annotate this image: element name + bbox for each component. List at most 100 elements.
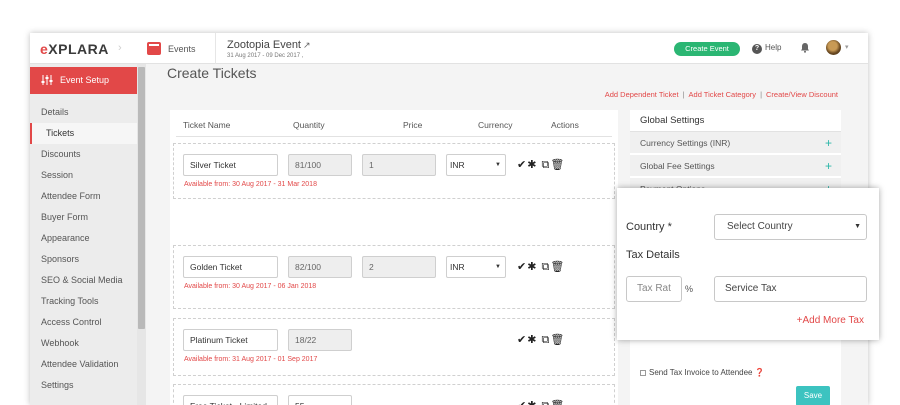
gear-icon[interactable]: ✱	[527, 158, 537, 171]
sidebar-item-sponsors[interactable]: Sponsors	[30, 249, 137, 270]
plus-icon[interactable]: +	[825, 132, 832, 154]
sidebar-scrollbar[interactable]	[137, 64, 146, 405]
avatar[interactable]	[826, 40, 841, 55]
tax-rate-input[interactable]: Tax Rat	[626, 276, 682, 302]
create-view-discount-link[interactable]: Create/View Discount	[766, 90, 838, 99]
currency-settings-row[interactable]: Currency Settings (INR) +	[630, 132, 841, 154]
global-fee-settings-label: Global Fee Settings	[640, 161, 715, 171]
tickets-panel: Ticket Name Quantity Price Currency Acti…	[170, 110, 618, 405]
send-tax-invoice-checkbox[interactable]: Send Tax Invoice to Attendee ❓	[640, 368, 765, 377]
chevron-down-icon: ▼	[854, 223, 861, 230]
create-event-button[interactable]: Create Event	[674, 42, 740, 56]
ticket-name-input[interactable]: Golden Ticket	[183, 256, 278, 278]
add-more-tax-link[interactable]: +Add More Tax	[797, 315, 864, 326]
sidebar-item-tickets[interactable]: Tickets	[30, 123, 137, 144]
plus-icon[interactable]: +	[825, 155, 832, 177]
sidebar-item-details[interactable]: Details	[30, 102, 137, 123]
explara-logo[interactable]: eXPLARA	[40, 41, 109, 57]
checkbox[interactable]	[640, 369, 646, 376]
sidebar-item-attendee-form[interactable]: Attendee Form	[30, 186, 137, 207]
country-select[interactable]: Select Country ▼	[714, 214, 867, 240]
send-tax-invoice-label: Send Tax Invoice to Attendee	[649, 368, 753, 377]
ticket-currency-select[interactable]: INR ▼	[446, 256, 506, 278]
sidebar-item-settings[interactable]: Settings	[30, 375, 137, 396]
sidebar-item-attendee-validation[interactable]: Attendee Validation	[30, 354, 137, 375]
ticket-links: Add Dependent Ticket | Add Ticket Category…	[605, 90, 838, 99]
ticket-row: Golden Ticket 82/100 2 INR ▼ ✔✱ ⧉🗑 Availa…	[173, 245, 615, 309]
divider	[215, 33, 216, 64]
help-label: Help	[765, 43, 782, 52]
ticket-currency-select[interactable]: INR ▼	[446, 154, 506, 176]
copy-icon[interactable]: ⧉	[542, 159, 551, 172]
help-icon[interactable]: ❓	[755, 368, 765, 377]
ticket-availability: Available from: 30 Aug 2017 - 31 Mar 201…	[184, 181, 317, 188]
help-icon: ?	[752, 44, 762, 54]
copy-icon[interactable]: ⧉	[542, 400, 551, 405]
copy-icon[interactable]: ⧉	[542, 261, 551, 274]
check-icon[interactable]: ✔	[517, 158, 527, 171]
scrollbar-thumb[interactable]	[138, 67, 145, 329]
trash-icon[interactable]: 🗑	[550, 399, 565, 405]
event-dates: 31 Aug 2017 - 09 Dec 2017 ,	[227, 53, 304, 59]
chevron-down-icon[interactable]: ▾	[845, 43, 849, 51]
ticket-quantity-field[interactable]: 81/100	[288, 154, 352, 176]
event-title-text: Zootopia Event	[227, 39, 301, 51]
tax-name-input[interactable]: Service Tax	[714, 276, 867, 302]
sidebar-item-session[interactable]: Session	[30, 165, 137, 186]
column-header-quantity: Quantity	[293, 120, 325, 130]
add-dependent-ticket-link[interactable]: Add Dependent Ticket	[605, 90, 679, 99]
sidebar-item-discounts[interactable]: Discounts	[30, 144, 137, 165]
check-icon[interactable]: ✔	[517, 260, 527, 273]
ticket-price-field[interactable]: 2	[362, 256, 436, 278]
chevron-down-icon: ▼	[495, 162, 501, 168]
chevron-right-icon: ›	[118, 42, 122, 54]
ticket-name-input[interactable]: Silver Ticket	[183, 154, 278, 176]
copy-icon[interactable]: ⧉	[542, 334, 551, 347]
sidebar-item-seo-social-media[interactable]: SEO & Social Media	[30, 270, 137, 291]
check-icon[interactable]: ✔	[517, 333, 527, 346]
events-calendar-icon[interactable]	[147, 42, 161, 55]
ticket-actions: ✔✱ ⧉🗑	[517, 158, 565, 172]
sidebar-item-tracking-tools[interactable]: Tracking Tools	[30, 291, 137, 312]
add-ticket-category-link[interactable]: Add Ticket Category	[689, 90, 757, 99]
sidebar-item-buyer-form[interactable]: Buyer Form	[30, 207, 137, 228]
ticket-actions: ✔✱ ⧉🗑	[517, 399, 565, 405]
ticket-quantity-input[interactable]: 55	[288, 395, 352, 405]
check-icon[interactable]: ✔	[517, 399, 527, 405]
column-header-actions: Actions	[551, 120, 579, 130]
external-link-icon[interactable]: ↗	[303, 40, 311, 50]
currency-value: INR	[450, 262, 465, 272]
global-settings-title: Global Settings	[630, 110, 841, 132]
bell-icon[interactable]	[800, 42, 810, 53]
help-link[interactable]: ? Help	[752, 43, 781, 54]
trash-icon[interactable]: 🗑	[550, 333, 565, 346]
ticket-row: Free Ticket - Limited 55 ✔✱ ⧉🗑	[173, 384, 615, 405]
gear-icon[interactable]: ✱	[527, 399, 537, 405]
save-button[interactable]: Save	[796, 386, 830, 405]
logo-text: XPLARA	[48, 41, 109, 57]
sidebar-event-setup-label: Event Setup	[60, 75, 110, 85]
trash-icon[interactable]: 🗑	[550, 158, 565, 171]
sidebar-item-webhook[interactable]: Webhook	[30, 333, 137, 354]
ticket-row: Silver Ticket 81/100 1 INR ▼ ✔✱ ⧉🗑 Availa…	[173, 143, 615, 199]
sidebar-item-appearance[interactable]: Appearance	[30, 228, 137, 249]
ticket-actions: ✔✱ ⧉🗑	[517, 260, 565, 274]
ticket-name-input[interactable]: Free Ticket - Limited	[183, 395, 278, 405]
ticket-name-input[interactable]: Platinum Ticket	[183, 329, 278, 351]
gear-icon[interactable]: ✱	[527, 260, 537, 273]
ticket-quantity-field[interactable]: 18/22	[288, 329, 352, 351]
sidebar-item-access-control[interactable]: Access Control	[30, 312, 137, 333]
gear-icon[interactable]: ✱	[527, 333, 537, 346]
ticket-quantity-field[interactable]: 82/100	[288, 256, 352, 278]
trash-icon[interactable]: 🗑	[550, 260, 565, 273]
currency-value: INR	[450, 160, 465, 170]
events-link[interactable]: Events	[168, 44, 196, 54]
event-title[interactable]: Zootopia Event ↗	[227, 39, 311, 51]
ticket-price-field[interactable]: 1	[362, 154, 436, 176]
ticket-availability: Available from: 31 Aug 2017 - 01 Sep 201…	[184, 356, 318, 363]
country-select-value: Select Country	[727, 221, 793, 232]
header-divider	[176, 136, 612, 137]
sidebar-event-setup[interactable]: Event Setup	[30, 67, 137, 94]
global-fee-settings-row[interactable]: Global Fee Settings +	[630, 155, 841, 177]
tax-details-popup: Country * Select Country ▼ Tax Details Ta…	[617, 188, 879, 340]
